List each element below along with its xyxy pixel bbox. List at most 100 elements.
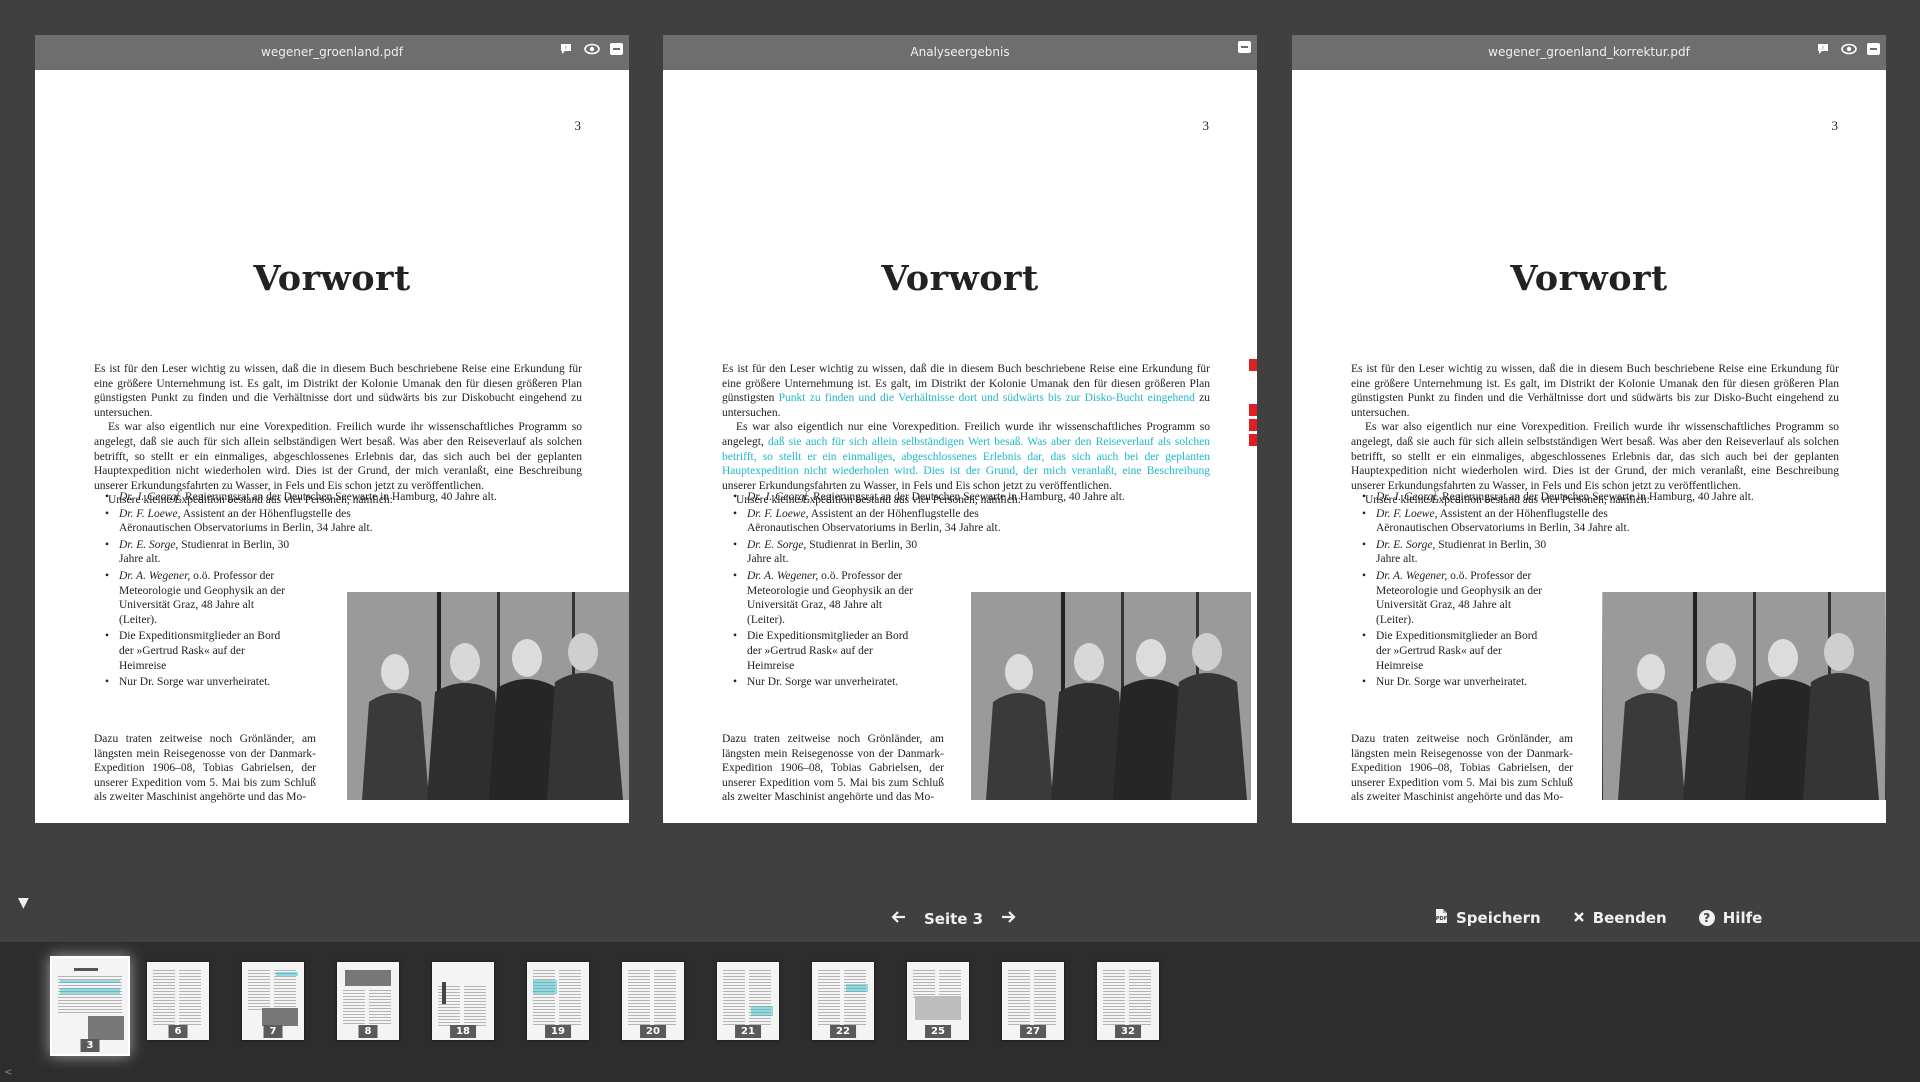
paragraph: Es ist für den Leser wichtig zu wissen, … (94, 363, 582, 419)
paragraph: Dazu traten zeitweise noch Grönländer, a… (722, 733, 944, 804)
list-item: Dr. E. Sorge, Studienrat in Berlin, 30 J… (1362, 538, 1556, 567)
panel-original: wegener_groenland.pdf ! 3 Vorwort Es ist… (35, 35, 629, 823)
list-item: Die Expeditionsmitglieder an Bord der »G… (105, 629, 294, 673)
thumbnail-page-number: 20 (640, 1025, 666, 1038)
list-item: Dr. F. Loewe, Assistent an der Höhenflug… (1362, 507, 1676, 536)
thumbnail-page-number: 18 (450, 1025, 476, 1038)
thumbnail-page-number: 3 (80, 1039, 100, 1052)
list-item: Dr. A. Wegener, o.ö. Professor der Meteo… (105, 569, 289, 627)
diff-highlight[interactable]: daß sie auch für sich allein selbständig… (722, 436, 1210, 477)
svg-text:PDF: PDF (1436, 916, 1447, 922)
comment-icon[interactable]: ! (558, 41, 574, 57)
document-page: 3 Vorwort Es ist für den Leser wichtig z… (663, 70, 1257, 823)
diff-marker[interactable] (1249, 419, 1257, 431)
list-item: Dr. F. Loewe, Assistent an der Höhenflug… (105, 507, 419, 536)
thumbnail-strip: 3 6 7 8 18 19 20 21 22 25 27 32 < (0, 942, 1920, 1082)
thumbnail-page-number: 8 (358, 1025, 378, 1038)
expedition-photo (1602, 592, 1886, 800)
diff-marker[interactable] (1249, 359, 1257, 371)
pdf-file-icon: PDF (1435, 908, 1448, 928)
panel-header: wegener_groenland.pdf ! (35, 35, 629, 70)
eye-icon[interactable] (584, 41, 600, 57)
minimize-icon[interactable] (1867, 43, 1880, 55)
list-item: Dr. E. Sorge, Studienrat in Berlin, 30 J… (733, 538, 927, 567)
quit-label: Beenden (1592, 909, 1667, 927)
arrow-left-icon[interactable] (890, 908, 906, 929)
thumbnail-page-number: 32 (1115, 1025, 1141, 1038)
panel-title: Analyseergebnis (910, 45, 1010, 59)
page-thumbnail[interactable]: 19 (527, 962, 589, 1040)
page-thumbnail[interactable]: 25 (907, 962, 969, 1040)
body-text: Es ist für den Leser wichtig zu wissen, … (94, 362, 582, 508)
panel-analysis: Analyseergebnis 3 Vorwort Es ist für den… (663, 35, 1257, 823)
list-item: Nur Dr. Sorge war unverheiratet. (733, 675, 947, 690)
list-item: Dr. A. Wegener, o.ö. Professor der Meteo… (733, 569, 917, 627)
svg-text:!: ! (565, 45, 567, 52)
page-thumbnail[interactable]: 21 (717, 962, 779, 1040)
paragraph: Dazu traten zeitweise noch Grönländer, a… (94, 733, 316, 804)
thumbnail-page-number: 21 (735, 1025, 761, 1038)
page-number: 3 (574, 118, 582, 133)
page-number: 3 (1831, 118, 1839, 133)
panel-header: Analyseergebnis (663, 35, 1257, 70)
eye-icon[interactable] (1841, 41, 1857, 57)
page-thumbnail[interactable]: 32 (1097, 962, 1159, 1040)
list-item: Die Expeditionsmitglieder an Bord der »G… (1362, 629, 1551, 673)
thumbnail-page-number: 19 (545, 1025, 571, 1038)
page-thumbnail[interactable]: 22 (812, 962, 874, 1040)
page-thumbnail[interactable]: 18 (432, 962, 494, 1040)
page-thumbnail[interactable]: 8 (337, 962, 399, 1040)
paragraph: Es ist für den Leser wichtig zu wissen, … (1351, 363, 1839, 419)
quit-button[interactable]: Beenden (1573, 908, 1667, 928)
body-text: Es ist für den Leser wichtig zu wissen, … (1351, 362, 1839, 508)
panel-header: wegener_groenland_korrektur.pdf ! (1292, 35, 1886, 70)
page-thumbnail[interactable]: 6 (147, 962, 209, 1040)
document-page: 3 Vorwort Es ist für den Leser wichtig z… (1292, 70, 1886, 823)
list-item: Dr. E. Sorge, Studienrat in Berlin, 30 J… (105, 538, 299, 567)
comment-icon[interactable]: ! (1815, 41, 1831, 57)
thumbnail-page-number: 25 (925, 1025, 951, 1038)
thumbnail-page-number: 7 (263, 1025, 283, 1038)
list-item: Dr. J. Georgi, Regierungsrat an der Deut… (733, 490, 1147, 505)
minimize-icon[interactable] (1238, 41, 1251, 53)
help-label: Hilfe (1722, 909, 1763, 927)
scroll-left-icon[interactable]: < (4, 1067, 12, 1078)
diff-marker[interactable] (1249, 404, 1257, 416)
body-text: Es ist für den Leser wichtig zu wissen, … (722, 362, 1210, 508)
thumbnail-page-number: 6 (168, 1025, 188, 1038)
minimize-icon[interactable] (610, 43, 623, 55)
paragraph: Dazu traten zeitweise noch Grönländer, a… (1351, 733, 1573, 804)
page-thumbnail[interactable]: 20 (622, 962, 684, 1040)
action-bar: PDF Speichern Beenden ? Hilfe (1435, 908, 1762, 928)
expedition-photo (347, 592, 629, 800)
thumbnail-page-number: 22 (830, 1025, 856, 1038)
expedition-photo (971, 592, 1251, 800)
svg-text:!: ! (1822, 45, 1824, 52)
thumbnail-page-number: 27 (1020, 1025, 1046, 1038)
diff-marker[interactable] (1249, 434, 1257, 446)
list-item: Dr. J. Georgi, Regierungsrat an der Deut… (1362, 490, 1776, 505)
list-item: Dr. A. Wegener, o.ö. Professor der Meteo… (1362, 569, 1546, 627)
page-label: Seite 3 (924, 909, 984, 928)
document-page: 3 Vorwort Es ist für den Leser wichtig z… (35, 70, 629, 823)
page-thumbnail[interactable]: 7 (242, 962, 304, 1040)
page-thumbnail[interactable]: 3 (50, 956, 130, 1056)
save-button[interactable]: PDF Speichern (1435, 908, 1541, 928)
page-thumbnail[interactable]: 27 (1002, 962, 1064, 1040)
panel-correction: wegener_groenland_korrektur.pdf ! 3 Vorw… (1292, 35, 1886, 823)
paragraph: Es war also eigentlich nur eine Vorexped… (94, 421, 582, 492)
help-button[interactable]: ? Hilfe (1698, 908, 1763, 928)
diff-highlight[interactable]: Punkt zu finden und die Verhältnisse dor… (779, 392, 1195, 404)
list-item: Dr. J. Georgi, Regierungsrat an der Deut… (105, 490, 519, 505)
panel-title: wegener_groenland.pdf (261, 45, 403, 59)
page-number: 3 (1202, 118, 1210, 133)
page-navigation: Seite 3 (890, 908, 1017, 929)
help-icon: ? (1698, 910, 1715, 926)
paragraph: Es war also eigentlich nur eine Vorexped… (1351, 421, 1839, 492)
panel-title: wegener_groenland_korrektur.pdf (1488, 45, 1690, 59)
arrow-right-icon[interactable] (1001, 908, 1017, 929)
save-label: Speichern (1456, 909, 1541, 927)
collapse-filmstrip-icon[interactable]: ▼ (18, 895, 29, 911)
list-item: Die Expeditionsmitglieder an Bord der »G… (733, 629, 922, 673)
paragraph: Es war also eigentlich nur eine Vorexped… (722, 421, 1211, 492)
